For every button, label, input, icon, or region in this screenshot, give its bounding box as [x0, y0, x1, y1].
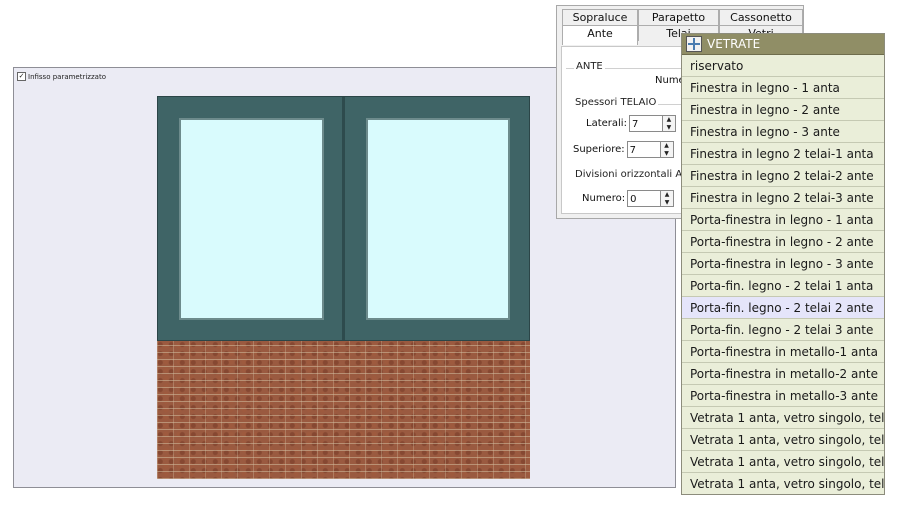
- field-numero-divisioni: Numero: 0 ▲ ▼: [582, 190, 675, 207]
- dropdown-item[interactable]: Finestra in legno - 1 anta: [682, 77, 884, 99]
- group-label-spessori: Spessori TELAIO: [573, 97, 659, 108]
- dropdown-item[interactable]: Finestra in legno - 2 ante: [682, 99, 884, 121]
- laterali-label: Laterali:: [586, 118, 627, 129]
- window-mullion: [342, 97, 345, 340]
- dropdown-item[interactable]: Porta-finestra in metallo-3 ante: [682, 385, 884, 407]
- dropdown-item[interactable]: riservato: [682, 55, 884, 77]
- brick-wall: [157, 341, 530, 479]
- numero-divisioni-label: Numero:: [582, 193, 626, 204]
- dropdown-item[interactable]: Porta-finestra in legno - 3 ante: [682, 253, 884, 275]
- checkbox-label: Infisso parametrizzato: [28, 72, 106, 81]
- dropdown-item[interactable]: Porta-finestra in metallo-1 anta: [682, 341, 884, 363]
- dropdown-item[interactable]: Porta-finestra in legno - 1 anta: [682, 209, 884, 231]
- glass-pane-right: [366, 118, 510, 320]
- superiore-input[interactable]: 7: [626, 141, 661, 158]
- superiore-spinner[interactable]: ▲ ▼: [660, 141, 674, 158]
- dropdown-item[interactable]: Porta-finestra in legno - 2 ante: [682, 231, 884, 253]
- numero-divisioni-input[interactable]: 0: [627, 190, 662, 207]
- field-laterali: Laterali: 7 ▲ ▼: [586, 115, 676, 132]
- tab-sopraluce[interactable]: Sopraluce: [562, 9, 638, 25]
- dropdown-header: VETRATE: [682, 34, 884, 55]
- dropdown-item[interactable]: Vetrata 1 anta, vetro singolo, tel: [682, 473, 884, 494]
- dropdown-item[interactable]: Porta-finestra in metallo-2 ante: [682, 363, 884, 385]
- glass-pane-left: [179, 118, 324, 320]
- dropdown-item[interactable]: Vetrata 1 anta, vetro singolo, tel: [682, 429, 884, 451]
- dropdown-item[interactable]: Finestra in legno 2 telai-3 ante: [682, 187, 884, 209]
- tab-parapetto[interactable]: Parapetto: [638, 9, 719, 25]
- dropdown-title: VETRATE: [707, 37, 761, 51]
- tab-ante[interactable]: Ante: [562, 25, 638, 45]
- checkbox-box[interactable]: ✓: [17, 72, 26, 81]
- dropdown-list: riservato Finestra in legno - 1 anta Fines…: [682, 55, 884, 494]
- dropdown-item[interactable]: Vetrata 1 anta, vetro singolo, tel: [682, 451, 884, 473]
- dropdown-item[interactable]: Vetrata 1 anta, vetro singolo, tel: [682, 407, 884, 429]
- superiore-label: Superiore:: [573, 144, 625, 155]
- dropdown-item[interactable]: Finestra in legno 2 telai-2 ante: [682, 165, 884, 187]
- laterali-spinner[interactable]: ▲ ▼: [662, 115, 676, 132]
- laterali-input[interactable]: 7: [628, 115, 663, 132]
- dropdown-item[interactable]: Finestra in legno - 3 ante: [682, 121, 884, 143]
- vetrate-dropdown[interactable]: VETRATE riservato Finestra in legno - 1 a…: [681, 33, 885, 495]
- dropdown-item[interactable]: Porta-fin. legno - 2 telai 2 ante: [682, 297, 884, 319]
- window-icon: [686, 36, 702, 52]
- field-superiore: Superiore: 7 ▲ ▼: [573, 141, 674, 158]
- dropdown-item[interactable]: Porta-fin. legno - 2 telai 3 ante: [682, 319, 884, 341]
- numero-divisioni-spinner[interactable]: ▲ ▼: [661, 190, 675, 207]
- group-label-ante: ANTE: [574, 61, 605, 72]
- parametric-frame-checkbox[interactable]: ✓ Infisso parametrizzato: [17, 72, 106, 81]
- tab-cassonetto[interactable]: Cassonetto: [719, 9, 803, 25]
- window-frame: [157, 96, 530, 341]
- dropdown-item[interactable]: Porta-fin. legno - 2 telai 1 anta: [682, 275, 884, 297]
- dropdown-item[interactable]: Finestra in legno 2 telai-1 anta: [682, 143, 884, 165]
- tab-row-top: Sopraluce Parapetto Cassonetto: [562, 9, 803, 25]
